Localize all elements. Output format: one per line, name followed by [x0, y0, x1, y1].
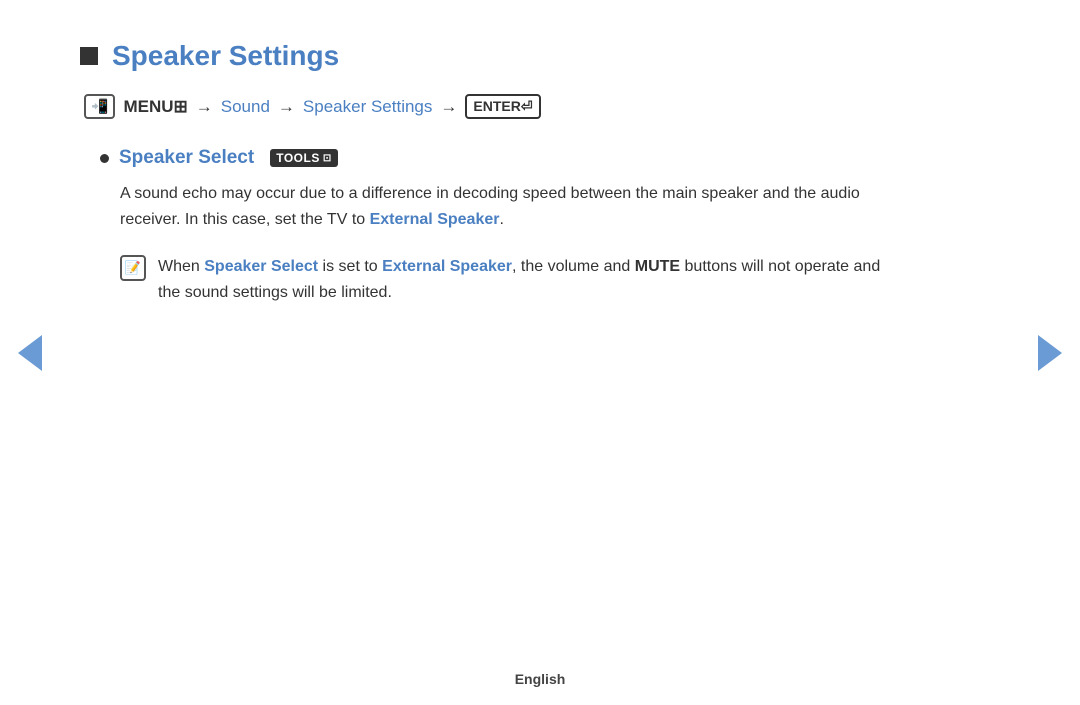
note-text-after: , the volume and	[512, 258, 635, 275]
enter-button-icon: ENTER⏎	[465, 94, 540, 119]
breadcrumb-sound: Sound	[221, 97, 270, 117]
breadcrumb-arrow-3: →	[440, 97, 457, 117]
tools-badge-text: TOOLS	[276, 151, 320, 165]
section-speaker-settings: Speaker Select TOOLS A sound echo may oc…	[80, 147, 900, 307]
menu-icon: 📲	[84, 94, 115, 119]
note-text-before: When	[158, 258, 204, 275]
tools-badge: TOOLS	[270, 149, 338, 167]
breadcrumb-speaker-settings: Speaker Settings	[303, 97, 432, 117]
note-row: 📝 When Speaker Select is set to External…	[120, 254, 900, 307]
external-speaker-highlight: External Speaker	[370, 211, 500, 228]
note-text-middle: is set to	[318, 258, 382, 275]
bullet-row: Speaker Select TOOLS	[100, 147, 900, 169]
menu-icon-image: 📲	[91, 98, 108, 115]
nav-next-button[interactable]	[1038, 335, 1062, 371]
note-icon: 📝	[120, 255, 146, 281]
note-mute-label: MUTE	[635, 258, 680, 275]
menu-label: MENU⊞	[123, 97, 187, 117]
description-text: A sound echo may occur due to a differen…	[120, 181, 900, 234]
breadcrumb-arrow-2: →	[278, 97, 295, 117]
note-text: When Speaker Select is set to External S…	[158, 254, 900, 307]
breadcrumb: 📲 MENU⊞ → Sound → Speaker Settings → ENT…	[80, 94, 900, 119]
page-title: Speaker Settings	[112, 40, 339, 72]
enter-label: ENTER⏎	[473, 98, 532, 115]
speaker-select-label: Speaker Select	[119, 147, 254, 169]
note-icon-symbol: 📝	[125, 260, 141, 276]
nav-prev-button[interactable]	[18, 335, 42, 371]
note-speaker-select: Speaker Select	[204, 258, 318, 275]
title-square-icon	[80, 47, 98, 65]
page-title-row: Speaker Settings	[80, 40, 900, 72]
breadcrumb-arrow-1: →	[196, 97, 213, 117]
main-content: Speaker Settings 📲 MENU⊞ → Sound → Speak…	[0, 0, 980, 347]
note-external-speaker: External Speaker	[382, 258, 512, 275]
bullet-dot-icon	[100, 154, 109, 163]
footer-language: English	[515, 671, 566, 687]
